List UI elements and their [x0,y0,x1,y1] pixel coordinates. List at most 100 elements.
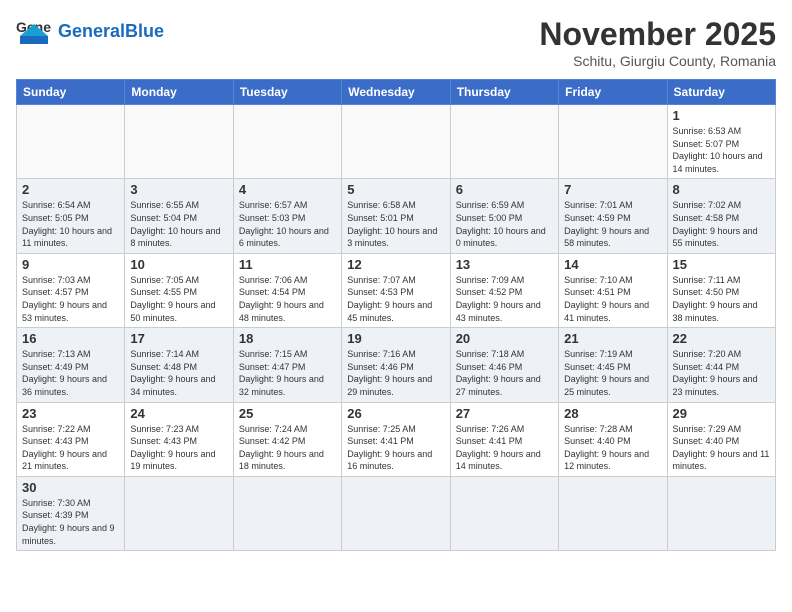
day-number: 22 [673,331,770,346]
day-number: 16 [22,331,119,346]
table-row [17,105,125,179]
day-number: 8 [673,182,770,197]
table-row: 26Sunrise: 7:25 AM Sunset: 4:41 PM Dayli… [342,402,450,476]
table-row: 25 Sunrise: 7:24 AM Sunset: 4:42 PM Dayli… [233,402,341,476]
table-row [450,476,558,550]
table-row [233,105,341,179]
table-row [125,476,233,550]
day-number: 25 [239,406,336,421]
day-number: 18 [239,331,336,346]
day-number: 15 [673,257,770,272]
col-thursday: Thursday [450,80,558,105]
calendar-week-row: 2 Sunrise: 6:54 AM Sunset: 5:05 PM Daylig… [17,179,776,253]
calendar-header-row: Sunday Monday Tuesday Wednesday Thursday… [17,80,776,105]
calendar-week-row: 9 Sunrise: 7:03 AM Sunset: 4:57 PM Daylig… [17,253,776,327]
day-info: Sunrise: 7:03 AM Sunset: 4:57 PM Dayligh… [22,274,119,324]
table-row: 27 Sunrise: 7:26 AM Sunset: 4:41 PM Dayli… [450,402,558,476]
day-info: Sunrise: 7:11 AM Sunset: 4:50 PM Dayligh… [673,274,770,324]
table-row: 20 Sunrise: 7:18 AM Sunset: 4:46 PM Dayli… [450,328,558,402]
calendar-week-row: 1 Sunrise: 6:53 AM Sunset: 5:07 PM Daylig… [17,105,776,179]
calendar-week-row: 23Sunrise: 7:22 AM Sunset: 4:43 PM Dayli… [17,402,776,476]
day-info: Sunrise: 7:29 AM Sunset: 4:40 PM Dayligh… [673,423,770,473]
table-row: 9 Sunrise: 7:03 AM Sunset: 4:57 PM Daylig… [17,253,125,327]
day-info: Sunrise: 7:23 AM Sunset: 4:43 PM Dayligh… [130,423,227,473]
day-info: Sunrise: 6:59 AM Sunset: 5:00 PM Dayligh… [456,199,553,249]
table-row: 7 Sunrise: 7:01 AM Sunset: 4:59 PM Daylig… [559,179,667,253]
table-row: 1 Sunrise: 6:53 AM Sunset: 5:07 PM Daylig… [667,105,775,179]
table-row: 13Sunrise: 7:09 AM Sunset: 4:52 PM Dayli… [450,253,558,327]
day-number: 20 [456,331,553,346]
day-info: Sunrise: 7:05 AM Sunset: 4:55 PM Dayligh… [130,274,227,324]
title-section: November 2025 Schitu, Giurgiu County, Ro… [539,16,776,69]
day-info: Sunrise: 6:53 AM Sunset: 5:07 PM Dayligh… [673,125,770,175]
table-row: 16 Sunrise: 7:13 AM Sunset: 4:49 PM Dayli… [17,328,125,402]
day-number: 11 [239,257,336,272]
table-row [559,105,667,179]
day-info: Sunrise: 6:58 AM Sunset: 5:01 PM Dayligh… [347,199,444,249]
day-info: Sunrise: 7:02 AM Sunset: 4:58 PM Dayligh… [673,199,770,249]
day-info: Sunrise: 7:24 AM Sunset: 4:42 PM Dayligh… [239,423,336,473]
location: Schitu, Giurgiu County, Romania [539,53,776,69]
day-number: 5 [347,182,444,197]
table-row: 11 Sunrise: 7:06 AM Sunset: 4:54 PM Dayli… [233,253,341,327]
table-row: 19 Sunrise: 7:16 AM Sunset: 4:46 PM Dayli… [342,328,450,402]
day-number: 9 [22,257,119,272]
day-info: Sunrise: 7:14 AM Sunset: 4:48 PM Dayligh… [130,348,227,398]
col-wednesday: Wednesday [342,80,450,105]
day-info: Sunrise: 7:28 AM Sunset: 4:40 PM Dayligh… [564,423,661,473]
calendar-page: General GeneralBlue November 2025 Schitu… [0,0,792,561]
day-info: Sunrise: 7:13 AM Sunset: 4:49 PM Dayligh… [22,348,119,398]
day-info: Sunrise: 7:20 AM Sunset: 4:44 PM Dayligh… [673,348,770,398]
table-row: 2 Sunrise: 6:54 AM Sunset: 5:05 PM Daylig… [17,179,125,253]
day-info: Sunrise: 7:22 AM Sunset: 4:43 PM Dayligh… [22,423,119,473]
day-info: Sunrise: 7:16 AM Sunset: 4:46 PM Dayligh… [347,348,444,398]
logo-blue: Blue [125,21,164,41]
day-info: Sunrise: 7:09 AM Sunset: 4:52 PM Dayligh… [456,274,553,324]
day-info: Sunrise: 7:19 AM Sunset: 4:45 PM Dayligh… [564,348,661,398]
day-number: 24 [130,406,227,421]
day-number: 12 [347,257,444,272]
table-row [342,105,450,179]
table-row: 24 Sunrise: 7:23 AM Sunset: 4:43 PM Dayli… [125,402,233,476]
day-info: Sunrise: 7:10 AM Sunset: 4:51 PM Dayligh… [564,274,661,324]
day-number: 30 [22,480,119,495]
table-row [667,476,775,550]
table-row [559,476,667,550]
col-sunday: Sunday [17,80,125,105]
table-row: 10 Sunrise: 7:05 AM Sunset: 4:55 PM Dayli… [125,253,233,327]
table-row: 15 Sunrise: 7:11 AM Sunset: 4:50 PM Dayli… [667,253,775,327]
day-info: Sunrise: 7:18 AM Sunset: 4:46 PM Dayligh… [456,348,553,398]
day-info: Sunrise: 7:26 AM Sunset: 4:41 PM Dayligh… [456,423,553,473]
logo-text: GeneralBlue [58,22,164,40]
table-row: 28 Sunrise: 7:28 AM Sunset: 4:40 PM Dayli… [559,402,667,476]
table-row: 6Sunrise: 6:59 AM Sunset: 5:00 PM Daylig… [450,179,558,253]
day-number: 28 [564,406,661,421]
day-info: Sunrise: 7:01 AM Sunset: 4:59 PM Dayligh… [564,199,661,249]
table-row: 18Sunrise: 7:15 AM Sunset: 4:47 PM Dayli… [233,328,341,402]
day-number: 27 [456,406,553,421]
header: General GeneralBlue November 2025 Schitu… [16,16,776,69]
day-number: 10 [130,257,227,272]
day-number: 1 [673,108,770,123]
table-row: 22 Sunrise: 7:20 AM Sunset: 4:44 PM Dayli… [667,328,775,402]
table-row: 17 Sunrise: 7:14 AM Sunset: 4:48 PM Dayli… [125,328,233,402]
day-number: 7 [564,182,661,197]
table-row [450,105,558,179]
table-row: 21Sunrise: 7:19 AM Sunset: 4:45 PM Dayli… [559,328,667,402]
table-row: 30Sunrise: 7:30 AM Sunset: 4:39 PM Dayli… [17,476,125,550]
col-monday: Monday [125,80,233,105]
col-saturday: Saturday [667,80,775,105]
day-info: Sunrise: 6:54 AM Sunset: 5:05 PM Dayligh… [22,199,119,249]
month-title: November 2025 [539,16,776,53]
day-number: 2 [22,182,119,197]
table-row: 14Sunrise: 7:10 AM Sunset: 4:51 PM Dayli… [559,253,667,327]
table-row: 5 Sunrise: 6:58 AM Sunset: 5:01 PM Daylig… [342,179,450,253]
day-number: 4 [239,182,336,197]
table-row [233,476,341,550]
col-tuesday: Tuesday [233,80,341,105]
day-number: 17 [130,331,227,346]
day-info: Sunrise: 7:06 AM Sunset: 4:54 PM Dayligh… [239,274,336,324]
day-number: 26 [347,406,444,421]
table-row: 3Sunrise: 6:55 AM Sunset: 5:04 PM Daylig… [125,179,233,253]
day-number: 19 [347,331,444,346]
